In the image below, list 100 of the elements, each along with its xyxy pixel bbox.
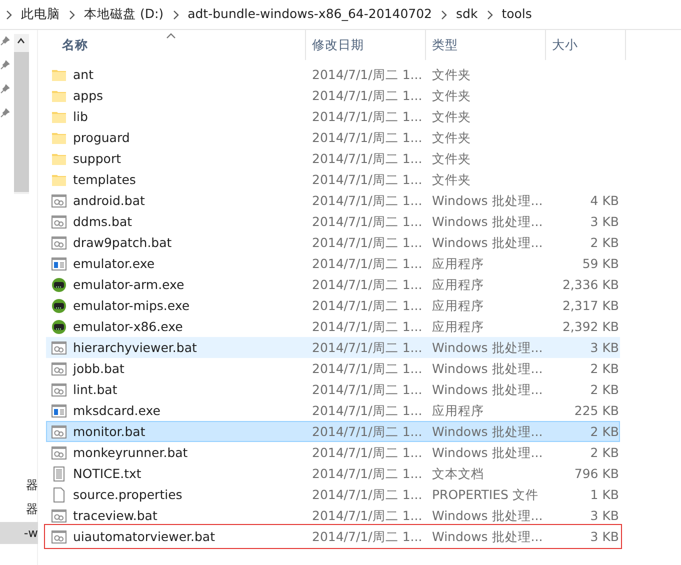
file-name: traceview.bat — [73, 507, 158, 525]
file-type: 文件夹 — [432, 130, 471, 145]
file-row[interactable]: templates 2014/7/1/周二 1... 文件夹 — [46, 169, 620, 190]
file-row[interactable]: monkeyrunner.bat 2014/7/1/周二 1... Windows 批处理... 2 KB — [46, 442, 620, 463]
file-type: Windows 批处理... — [432, 424, 543, 439]
file-size: 3 KB — [590, 508, 619, 523]
nav-item[interactable]: 器 — [0, 474, 38, 496]
file-name: ddms.bat — [73, 213, 132, 231]
file-row[interactable]: uiautomatorviewer.bat 2014/7/1/周二 1... Windows 批处理... 3 KB — [46, 526, 620, 547]
file-name: ant — [73, 66, 94, 84]
file-row[interactable]: ddms.bat 2014/7/1/周二 1... Windows 批处理... 3 KB — [46, 211, 620, 232]
modified-date: 2014/7/1/周二 1... — [312, 487, 422, 502]
file-row[interactable]: ant 2014/7/1/周二 1... 文件夹 — [46, 64, 620, 85]
batch-file-icon — [51, 528, 67, 544]
file-name: mksdcard.exe — [73, 402, 160, 420]
file-name: lint.bat — [73, 381, 118, 399]
window-icon — [51, 256, 67, 272]
file-type: Windows 批处理... — [432, 340, 543, 355]
file-size: 2 KB — [590, 424, 619, 439]
modified-date: 2014/7/1/周二 1... — [312, 445, 422, 460]
file-size: 2 KB — [590, 361, 619, 376]
file-row[interactable]: jobb.bat 2014/7/1/周二 1... Windows 批处理... 2 KB — [46, 358, 620, 379]
pin-icon — [0, 108, 10, 118]
file-type: 应用程序 — [432, 277, 484, 292]
file-row[interactable]: emulator-x86.exe 2014/7/1/周二 1... 应用程序 2,392 KB — [46, 316, 620, 337]
modified-date: 2014/7/1/周二 1... — [312, 235, 422, 250]
column-header[interactable]: 名称 — [46, 30, 306, 60]
modified-date: 2014/7/1/周二 1... — [312, 340, 422, 355]
modified-date: 2014/7/1/周二 1... — [312, 508, 422, 523]
batch-file-icon — [51, 192, 67, 208]
file-type: 文件夹 — [432, 109, 471, 124]
nav-item[interactable]: -w — [0, 522, 38, 544]
file-row[interactable]: android.bat 2014/7/1/周二 1... Windows 批处理... 4 KB — [46, 190, 620, 211]
batch-file-icon — [51, 340, 67, 356]
column-header[interactable]: 类型 — [426, 30, 546, 60]
file-name: monkeyrunner.bat — [73, 444, 188, 462]
batch-file-icon — [51, 360, 67, 376]
batch-file-icon — [51, 424, 67, 440]
file-name: jobb.bat — [73, 360, 124, 378]
file-name: support — [73, 150, 121, 168]
file-icon — [51, 486, 67, 502]
file-name: emulator-arm.exe — [73, 276, 184, 294]
file-size: 2 KB — [590, 445, 619, 460]
robot-icon — [51, 276, 67, 292]
file-size: 796 KB — [574, 466, 619, 481]
file-type: Windows 批处理... — [432, 445, 543, 460]
file-size: 225 KB — [574, 403, 619, 418]
modified-date: 2014/7/1/周二 1... — [312, 256, 422, 271]
pin-icon — [0, 60, 10, 70]
file-type: Windows 批处理... — [432, 214, 543, 229]
chevron-icon — [486, 10, 494, 20]
chevron-icon — [68, 10, 76, 20]
breadcrumb-item[interactable]: 本地磁盘 (D:) — [79, 5, 169, 24]
file-size: 2 KB — [590, 382, 619, 397]
modified-date: 2014/7/1/周二 1... — [312, 424, 422, 439]
file-type: Windows 批处理... — [432, 361, 543, 376]
file-name: emulator-x86.exe — [73, 318, 183, 336]
file-type: Windows 批处理... — [432, 508, 543, 523]
file-row[interactable]: emulator.exe 2014/7/1/周二 1... 应用程序 59 KB — [46, 253, 620, 274]
file-type: 文件夹 — [432, 172, 471, 187]
file-row[interactable]: proguard 2014/7/1/周二 1... 文件夹 — [46, 127, 620, 148]
file-size: 2,317 KB — [562, 298, 619, 313]
pin-icon — [0, 84, 10, 94]
breadcrumb-item[interactable]: 此电脑 — [16, 5, 65, 24]
modified-date: 2014/7/1/周二 1... — [312, 214, 422, 229]
file-row[interactable]: draw9patch.bat 2014/7/1/周二 1... Windows 批处理... 2 KB — [46, 232, 620, 253]
modified-date: 2014/7/1/周二 1... — [312, 298, 422, 313]
text-file-icon — [51, 466, 67, 482]
file-row[interactable]: hierarchyviewer.bat 2014/7/1/周二 1... Windows 批处理... 3 KB — [46, 337, 620, 358]
chevron-icon — [172, 10, 180, 20]
file-row[interactable]: NOTICE.txt 2014/7/1/周二 1... 文本文档 796 KB — [46, 463, 620, 484]
file-type: Windows 批处理... — [432, 529, 543, 544]
modified-date: 2014/7/1/周二 1... — [312, 193, 422, 208]
breadcrumb-item[interactable]: sdk — [451, 5, 483, 24]
modified-date: 2014/7/1/周二 1... — [312, 130, 422, 145]
robot-icon — [51, 318, 67, 334]
file-row[interactable]: lib 2014/7/1/周二 1... 文件夹 — [46, 106, 620, 127]
file-type: PROPERTIES 文件 — [432, 487, 538, 502]
file-row[interactable]: monitor.bat 2014/7/1/周二 1... Windows 批处理... 2 KB — [46, 421, 620, 442]
file-row[interactable]: lint.bat 2014/7/1/周二 1... Windows 批处理... 2 KB — [46, 379, 620, 400]
breadcrumb-item[interactable]: tools — [496, 5, 537, 24]
file-row[interactable]: mksdcard.exe 2014/7/1/周二 1... 应用程序 225 KB — [46, 400, 620, 421]
file-row[interactable]: emulator-arm.exe 2014/7/1/周二 1... 应用程序 2,336 KB — [46, 274, 620, 295]
file-row[interactable]: traceview.bat 2014/7/1/周二 1... Windows 批处理... 3 KB — [46, 505, 620, 526]
file-row[interactable]: apps 2014/7/1/周二 1... 文件夹 — [46, 85, 620, 106]
file-name: templates — [73, 171, 136, 189]
file-name: NOTICE.txt — [73, 465, 142, 483]
column-header[interactable]: 修改日期 — [306, 30, 426, 60]
file-type: 应用程序 — [432, 298, 484, 313]
modified-date: 2014/7/1/周二 1... — [312, 466, 422, 481]
file-row[interactable]: emulator-mips.exe 2014/7/1/周二 1... 应用程序 2,317 KB — [46, 295, 620, 316]
column-header[interactable]: 大小 — [546, 30, 626, 60]
file-size: 3 KB — [590, 340, 619, 355]
file-name: uiautomatorviewer.bat — [73, 528, 215, 546]
nav-item[interactable]: 器 — [0, 498, 38, 520]
file-row[interactable]: source.properties 2014/7/1/周二 1... PROPERTIES 文件 1 KB — [46, 484, 620, 505]
file-name: draw9patch.bat — [73, 234, 172, 252]
file-size: 1 KB — [590, 487, 619, 502]
file-row[interactable]: support 2014/7/1/周二 1... 文件夹 — [46, 148, 620, 169]
breadcrumb-item[interactable]: adt-bundle-windows-x86_64-20140702 — [182, 5, 438, 24]
